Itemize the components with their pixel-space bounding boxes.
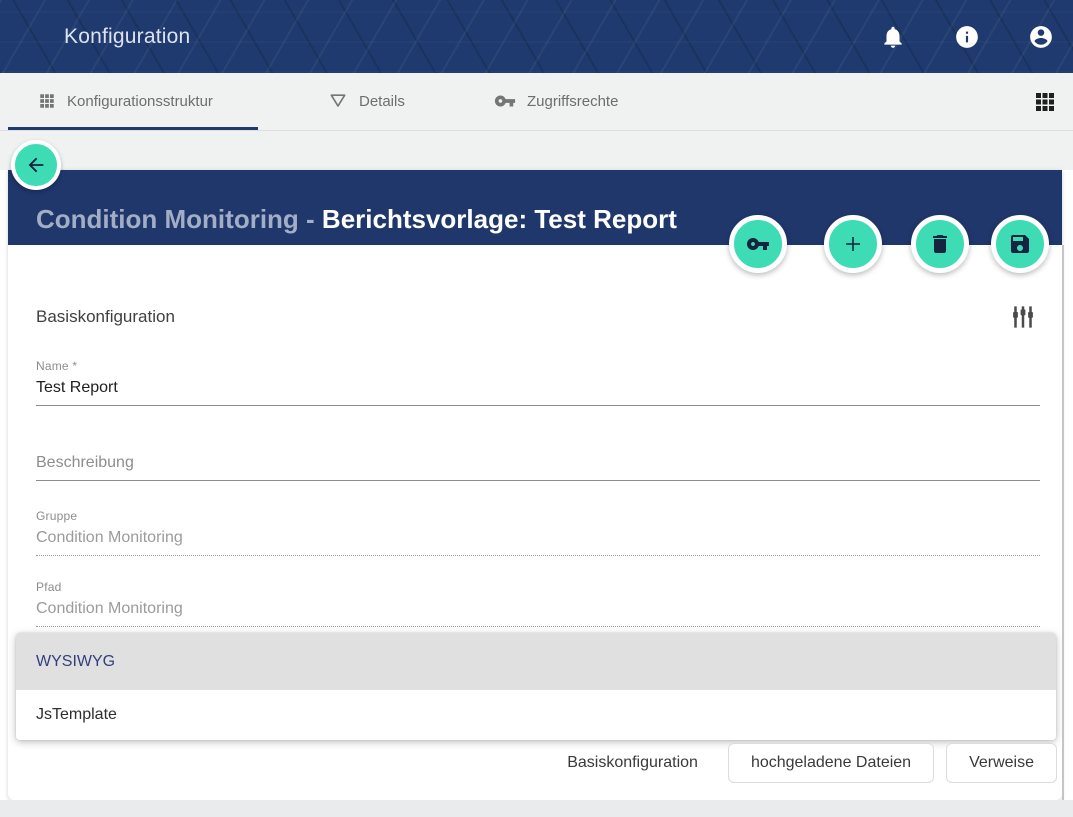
tab-divider <box>0 130 1073 131</box>
basis-configuration-form: Basiskonfiguration Name * <box>8 301 1062 627</box>
app-header-actions <box>880 0 1054 73</box>
account-icon[interactable] <box>1028 24 1054 50</box>
tab-label: Konfigurationsstruktur <box>67 93 213 110</box>
footer-navigation: Basiskonfiguration hochgeladene Dateien … <box>8 740 1057 786</box>
section-title: Basiskonfiguration <box>36 307 175 327</box>
grid-icon <box>38 92 56 110</box>
app-header: Konfiguration <box>0 0 1073 73</box>
add-button[interactable] <box>824 215 882 273</box>
group-field-label: Gruppe <box>36 509 77 523</box>
group-field: Gruppe <box>36 507 1040 556</box>
description-field <box>36 442 1040 481</box>
trash-icon <box>928 232 952 256</box>
name-field-label: Name * <box>36 359 77 373</box>
sliders-icon[interactable] <box>1008 301 1040 333</box>
group-input <box>36 525 1040 556</box>
page-title-prefix: Condition Monitoring - <box>36 204 322 234</box>
permissions-button[interactable] <box>729 215 787 273</box>
footer-tab-basiskonfiguration[interactable]: Basiskonfiguration <box>567 754 698 772</box>
path-field: Pfad <box>36 578 1040 627</box>
tab-strip: Konfigurationsstruktur Details Zugriffsr… <box>0 73 1073 170</box>
page-background-strip <box>0 800 1073 817</box>
filter-triangle-icon <box>328 91 348 111</box>
save-button[interactable] <box>991 215 1049 273</box>
key-icon <box>746 232 770 256</box>
info-icon[interactable] <box>954 24 980 50</box>
save-icon <box>1008 232 1032 256</box>
option-jstemplate[interactable]: JsTemplate <box>16 690 1056 740</box>
tab-label: Zugriffsrechte <box>527 93 618 110</box>
option-wysiwyg[interactable]: WYSIWYG <box>16 633 1056 690</box>
page-title-main: Berichtsvorlage: Test Report <box>322 204 677 234</box>
scrollbar[interactable] <box>1062 245 1064 800</box>
arrow-left-icon <box>25 154 47 176</box>
apps-grid-icon[interactable] <box>1033 90 1057 114</box>
tab-konfigurationsstruktur[interactable]: Konfigurationsstruktur <box>38 73 213 129</box>
title-banner: Condition Monitoring - Berichtsvorlage: … <box>8 170 1062 245</box>
template-type-dropdown: WYSIWYG JsTemplate <box>16 633 1056 740</box>
plus-icon <box>841 232 865 256</box>
path-field-label: Pfad <box>36 580 62 594</box>
back-button[interactable] <box>11 140 61 190</box>
delete-button[interactable] <box>911 215 969 273</box>
bell-icon[interactable] <box>880 24 906 50</box>
path-input <box>36 596 1040 627</box>
tab-label: Details <box>359 93 405 110</box>
name-field: Name * <box>36 357 1040 406</box>
name-input[interactable] <box>36 375 1040 406</box>
footer-tab-verweise[interactable]: Verweise <box>946 743 1057 783</box>
app-title: Konfiguration <box>64 25 190 49</box>
page-title: Condition Monitoring - Berichtsvorlage: … <box>36 204 1062 235</box>
key-icon <box>494 90 516 112</box>
tab-zugriffsrechte[interactable]: Zugriffsrechte <box>494 73 618 129</box>
description-input[interactable] <box>36 442 1040 481</box>
footer-tab-hochgeladene-dateien[interactable]: hochgeladene Dateien <box>728 743 934 783</box>
tab-details[interactable]: Details <box>328 73 405 129</box>
